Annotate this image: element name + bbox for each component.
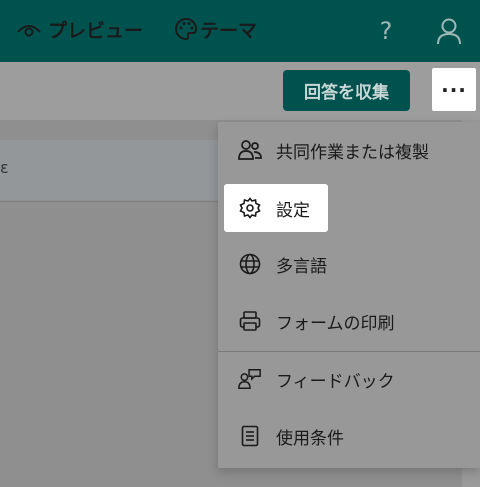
globe-icon — [238, 252, 262, 276]
form-title-band — [0, 140, 220, 200]
menu-item-feedback[interactable]: フィードバック — [218, 351, 480, 407]
account-button[interactable] — [432, 14, 466, 48]
more-options-button[interactable]: ··· — [432, 68, 476, 111]
preview-button[interactable]: プレビュー — [16, 0, 143, 58]
menu-item-label: 使用条件 — [276, 428, 344, 449]
person-feedback-icon — [238, 367, 262, 391]
menu-item-terms[interactable]: 使用条件 — [218, 408, 480, 464]
collect-responses-button[interactable]: 回答を収集 — [283, 70, 410, 111]
person-icon — [437, 18, 461, 45]
divider — [0, 201, 218, 202]
theme-label: テーマ — [200, 19, 258, 42]
question-icon: ? — [379, 17, 393, 45]
printer-icon — [238, 309, 262, 333]
form-partial-text: ε — [0, 158, 9, 177]
menu-item-print[interactable]: フォームの印刷 — [218, 293, 480, 349]
document-icon — [238, 424, 262, 448]
people-icon — [238, 138, 262, 162]
preview-label: プレビュー — [48, 19, 144, 42]
menu-item-label: 共同作業または複製 — [276, 142, 429, 163]
menu-item-collaborate[interactable]: 共同作業または複製 — [218, 122, 480, 178]
menu-item-label: 設定 — [276, 200, 310, 221]
theme-button[interactable]: テーマ — [174, 0, 257, 58]
eye-icon — [16, 19, 42, 39]
palette-icon — [174, 17, 198, 41]
help-button[interactable]: ? — [372, 14, 400, 48]
menu-item-settings[interactable]: 設定 — [224, 184, 328, 232]
menu-item-multilingual[interactable]: 多言語 — [218, 236, 480, 292]
gear-icon — [238, 196, 262, 220]
menu-item-label: フォームの印刷 — [276, 313, 395, 334]
menu-item-label: フィードバック — [276, 371, 395, 392]
menu-item-label: 多言語 — [276, 256, 327, 277]
